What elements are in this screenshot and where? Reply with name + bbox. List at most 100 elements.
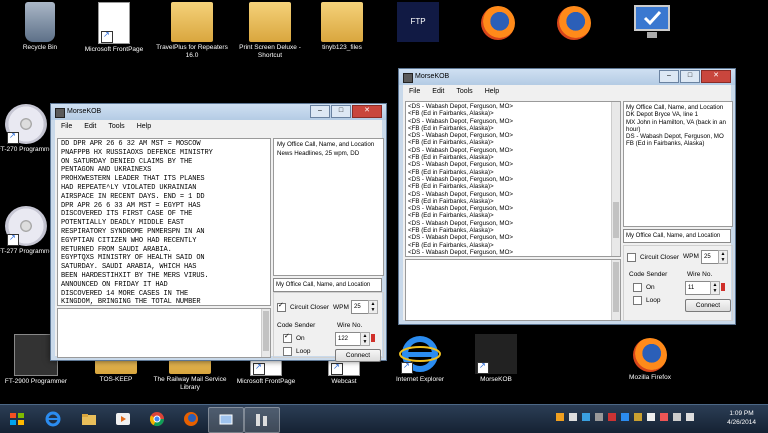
- feed-line: <FB (Ed in Fairbanks, Alaska)>: [408, 197, 494, 205]
- morsekob-window-right[interactable]: MorseKOB – □ ✕ File Edit Tools Help <DS …: [398, 68, 736, 325]
- desktop-icon-firefox-1[interactable]: [458, 2, 538, 42]
- tray-icon[interactable]: [582, 413, 590, 421]
- menu-tools[interactable]: Tools: [108, 120, 124, 134]
- taskbar-firefox[interactable]: [174, 407, 208, 431]
- received-text-pane[interactable]: <DS - Wabash Depot, Ferguson, MO> <FB (Ed…: [405, 101, 621, 257]
- desktop-icon-frontpage[interactable]: Microsoft FrontPage: [74, 2, 154, 54]
- start-button[interactable]: [0, 407, 34, 431]
- taskbar-chrome[interactable]: [140, 407, 174, 431]
- news-line: EGYPTQXS MINISTRY OF HEALTH SAID ON: [61, 254, 205, 263]
- feed-line: <DS - Wabash Depot, Ferguson, MO>: [408, 190, 514, 198]
- office-call-field[interactable]: My Office Call, Name, and Location: [623, 229, 731, 243]
- firefox-icon: [481, 6, 515, 40]
- minimize-button[interactable]: –: [659, 70, 679, 83]
- station-list-pane[interactable]: My Office Call, Name, and Location News …: [273, 138, 384, 276]
- desktop-icon-firefox-2[interactable]: [534, 2, 614, 42]
- tray-icon[interactable]: [569, 413, 577, 421]
- news-line: PROHXWESTERN LEADER THAT ITS PLANES: [61, 175, 205, 184]
- wpm-spinner[interactable]: ▲ ▼: [718, 250, 728, 264]
- desktop-icon-ie[interactable]: Internet Explorer: [380, 334, 460, 384]
- title-bar[interactable]: MorseKOB – □ ✕: [51, 104, 386, 120]
- morsekob-window-left[interactable]: MorseKOB – □ ✕ File Edit Tools Help DD D…: [50, 103, 387, 362]
- taskbar-window-switcher[interactable]: [208, 407, 244, 433]
- tray-icon[interactable]: [634, 413, 642, 421]
- wire-no-spinner[interactable]: ▲ ▼: [360, 332, 370, 346]
- on-checkbox[interactable]: [633, 283, 642, 292]
- network-icon[interactable]: [673, 413, 681, 421]
- desktop-icon-printscreen[interactable]: Print Screen Deluxe - Shortcut: [230, 2, 310, 60]
- code-sender-label: Code Sender: [277, 322, 316, 329]
- tray-icon[interactable]: [647, 413, 655, 421]
- wire-no-label: Wire No.: [687, 271, 713, 278]
- tray-icon[interactable]: [608, 413, 616, 421]
- send-text-pane[interactable]: [405, 259, 621, 321]
- shortcut-arrow-icon: [401, 362, 413, 374]
- menu-file[interactable]: File: [61, 120, 72, 134]
- news-line: SATURDAY. SAUDI ARABIA, WHICH HAS: [61, 263, 197, 272]
- feed-line: <DS - Wabash Depot, Ferguson, MO>: [408, 117, 514, 125]
- desktop-icon-travelplus[interactable]: TravelPlus for Repeaters 16.0: [152, 2, 232, 60]
- code-sender-loop[interactable]: Loop: [283, 347, 310, 356]
- station-line: My Office Call, Name, and Location: [626, 104, 724, 111]
- close-button[interactable]: ✕: [701, 70, 731, 83]
- tray-icon[interactable]: [556, 413, 564, 421]
- station-list-pane[interactable]: My Office Call, Name, and Location DK Dep…: [623, 101, 733, 227]
- taskbar-morsekob[interactable]: [244, 407, 280, 433]
- loop-checkbox[interactable]: [633, 296, 642, 305]
- connect-button[interactable]: Connect: [685, 299, 731, 312]
- title-bar[interactable]: MorseKOB – □ ✕: [399, 69, 735, 85]
- volume-icon[interactable]: [686, 413, 694, 421]
- menu-tools[interactable]: Tools: [456, 85, 472, 99]
- menu-file[interactable]: File: [409, 85, 420, 99]
- loop-checkbox[interactable]: [283, 347, 292, 356]
- desktop-icon-mozilla[interactable]: Mozilla Firefox: [610, 334, 690, 382]
- circuit-closer-checkbox[interactable]: [277, 301, 286, 312]
- send-text-pane[interactable]: [57, 308, 271, 358]
- minimize-button[interactable]: –: [310, 105, 330, 118]
- send-scrollbar[interactable]: [611, 260, 620, 320]
- folder-icon: [82, 414, 96, 425]
- wire-no-input[interactable]: 122: [335, 332, 361, 346]
- taskbar-ie[interactable]: [36, 407, 70, 431]
- menu-help[interactable]: Help: [137, 120, 151, 134]
- clock[interactable]: 1:09 PM 4/26/2014: [727, 409, 756, 427]
- desktop-icon-recycle-bin[interactable]: Recycle Bin: [0, 2, 80, 52]
- desktop-icon-label: FT-2900 Programmer: [4, 378, 68, 385]
- circuit-closer[interactable]: Circuit Closer: [277, 301, 329, 312]
- office-call-field[interactable]: My Office Call, Name, and Location: [273, 278, 382, 292]
- code-sender-on[interactable]: On: [633, 283, 655, 292]
- wire-no-input[interactable]: 11: [685, 281, 711, 295]
- maximize-button[interactable]: □: [680, 70, 700, 83]
- received-scrollbar[interactable]: [611, 102, 620, 256]
- desktop-icon-morsekob-shortcut[interactable]: MorseKOB: [456, 334, 536, 384]
- close-button[interactable]: ✕: [352, 105, 382, 118]
- feed-line: <FB (Ed in Fairbanks, Alaska)>: [408, 154, 494, 162]
- menu-edit[interactable]: Edit: [432, 85, 444, 99]
- wire-no-spinner[interactable]: ▲ ▼: [710, 281, 720, 295]
- circuit-closer[interactable]: Circuit Closer: [627, 253, 679, 262]
- send-scrollbar[interactable]: [261, 309, 270, 357]
- connect-button[interactable]: Connect: [335, 349, 381, 362]
- taskbar-explorer[interactable]: [72, 407, 106, 431]
- code-sender-on[interactable]: On: [283, 332, 305, 343]
- shortcut-arrow-icon: [7, 132, 19, 144]
- feed-line: <FB (Ed in Fairbanks, Alaska)>: [408, 124, 494, 132]
- circuit-closer-checkbox[interactable]: [627, 253, 636, 262]
- taskbar-media[interactable]: [106, 407, 140, 431]
- desktop-icon-tinyb123[interactable]: tinyb123_files: [302, 2, 382, 52]
- desktop-icon-label: TravelPlus for Repeaters 16.0: [156, 44, 228, 59]
- maximize-button[interactable]: □: [331, 105, 351, 118]
- news-text-pane[interactable]: DD DPR APR 26 6 32 AM MST = MOSCOW PNAFPP…: [57, 138, 271, 306]
- tray-icon[interactable]: [660, 413, 668, 421]
- news-line: DD DPR APR 26 6 32 AM MST = MOSCOW: [61, 140, 201, 148]
- tray-icon[interactable]: [595, 413, 603, 421]
- desktop-icon-network[interactable]: [612, 2, 692, 44]
- on-checkbox[interactable]: [283, 332, 292, 343]
- menu-edit[interactable]: Edit: [84, 120, 96, 134]
- morsekob-app-icon: [55, 108, 65, 118]
- desktop-icon-ftp[interactable]: FTP: [378, 2, 458, 44]
- tray-icon[interactable]: [621, 413, 629, 421]
- code-sender-loop[interactable]: Loop: [633, 296, 660, 305]
- wpm-spinner[interactable]: ▲ ▼: [368, 300, 378, 314]
- menu-help[interactable]: Help: [485, 85, 499, 99]
